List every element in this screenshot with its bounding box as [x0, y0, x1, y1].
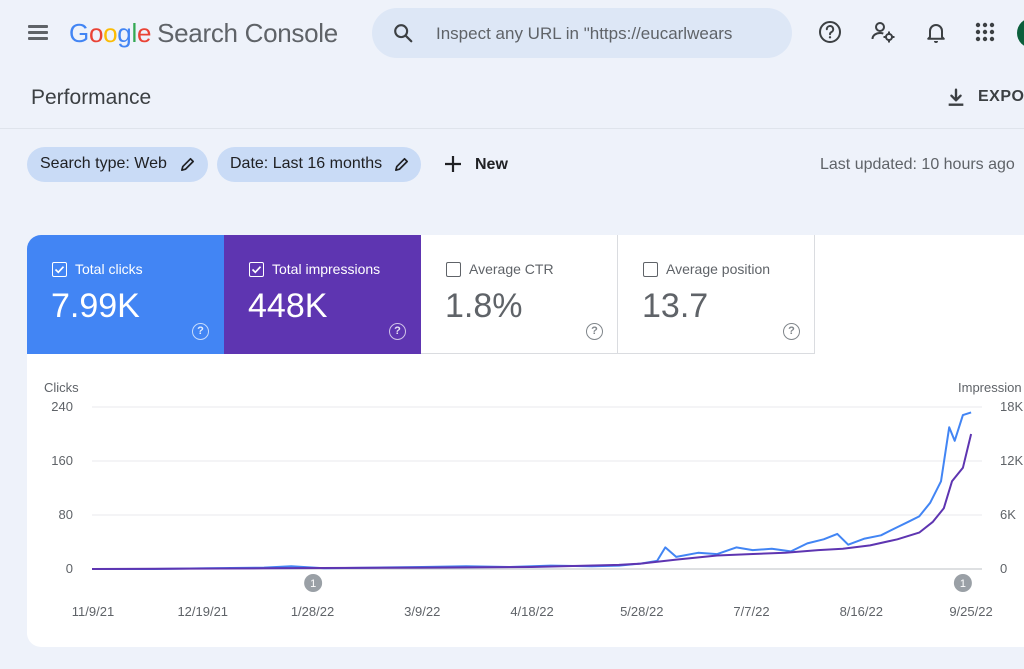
- account-avatar[interactable]: [1017, 18, 1024, 48]
- annotation-label: 1: [960, 578, 966, 590]
- x-tick-label: 8/16/22: [840, 604, 883, 619]
- x-tick-label: 12/19/21: [177, 604, 228, 619]
- y2-tick-label: 18K: [1000, 399, 1023, 414]
- x-tick-label: 5/28/22: [620, 604, 663, 619]
- x-tick-label: 4/18/22: [510, 604, 553, 619]
- x-tick-label: 7/7/22: [733, 604, 769, 619]
- last-updated-text: Last updated: 10 hours ago: [820, 156, 1015, 173]
- pencil-icon: [180, 157, 195, 172]
- product-name: Search Console: [157, 18, 338, 48]
- download-icon: [948, 88, 964, 106]
- series-line-impressions[interactable]: [91, 433, 973, 570]
- chart-ticks: 240 18K 160 12K 80 6K 0 0 11/9/21 12/19/21 1/28/22…: [51, 399, 1023, 619]
- chip-label: Search type: Web: [40, 155, 167, 172]
- x-tick-label: 1/28/22: [291, 604, 334, 619]
- y2-tick-label: 6K: [1000, 507, 1016, 522]
- chip-label: Date: Last 16 months: [230, 155, 383, 172]
- series-line-clicks[interactable]: [92, 411, 972, 570]
- chart-series: [91, 411, 973, 570]
- bell-icon[interactable]: [922, 18, 950, 46]
- search-type-filter-chip[interactable]: Search type: Web: [27, 147, 208, 182]
- search-icon: [394, 24, 413, 43]
- y-tick-label: 160: [51, 453, 73, 468]
- x-tick-label: 3/9/22: [404, 604, 440, 619]
- manage-users-icon[interactable]: [869, 18, 897, 46]
- pencil-icon: [394, 157, 409, 172]
- x-tick-label: 11/9/21: [72, 604, 114, 619]
- performance-panel: Total clicks 7.99K ? Total impressions 4…: [27, 235, 1024, 647]
- date-range-filter-chip[interactable]: Date: Last 16 months: [217, 147, 421, 182]
- chart-annotations: 11: [304, 574, 972, 592]
- apps-grid-icon[interactable]: [971, 18, 999, 46]
- y2-axis-label: Impression: [958, 380, 1022, 395]
- plus-icon: [445, 156, 461, 172]
- y-axis-label: Clicks: [44, 380, 79, 395]
- search-input[interactable]: [434, 20, 744, 48]
- menu-icon[interactable]: [24, 18, 54, 48]
- x-tick-label: 9/25/22: [949, 604, 992, 619]
- y2-tick-label: 0: [1000, 561, 1007, 576]
- y-tick-label: 0: [66, 561, 73, 576]
- y-tick-label: 240: [51, 399, 73, 414]
- annotation-marker[interactable]: 1: [304, 574, 323, 592]
- help-icon[interactable]: [816, 18, 844, 46]
- annotation-marker[interactable]: 1: [953, 574, 972, 592]
- y2-tick-label: 12K: [1000, 453, 1023, 468]
- new-filter-label: New: [475, 156, 508, 173]
- url-inspection-search[interactable]: [372, 8, 792, 58]
- header-divider: [0, 128, 1024, 129]
- performance-chart[interactable]: 240 18K 160 12K 80 6K 0 0 11/9/21 12/19/21 1/28/22…: [27, 235, 1024, 647]
- app-logo[interactable]: Google Search Console: [69, 18, 338, 49]
- export-label: EXPOR: [978, 88, 1024, 105]
- page-title: Performance: [31, 86, 152, 109]
- annotation-label: 1: [310, 578, 316, 590]
- y-tick-label: 80: [59, 507, 73, 522]
- top-app-bar: Google Search Console: [0, 0, 1024, 68]
